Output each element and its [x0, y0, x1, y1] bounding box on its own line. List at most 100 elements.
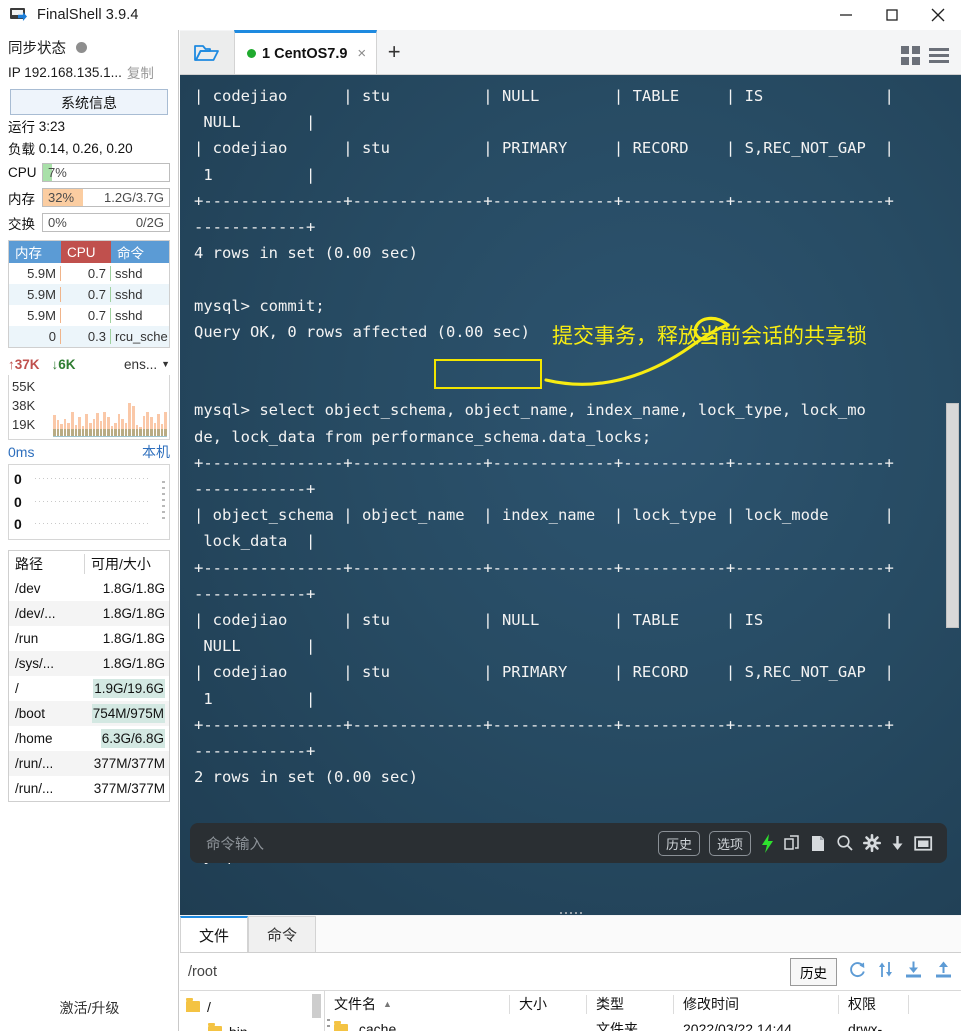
download-icon[interactable]	[890, 834, 905, 853]
close-button[interactable]	[915, 0, 961, 30]
upload-file-icon[interactable]	[934, 960, 953, 984]
terminal-output[interactable]: | codejiao | stu | NULL | TABLE | IS | N…	[180, 75, 961, 915]
options-button[interactable]: 选项	[708, 830, 751, 856]
table-row[interactable]: /run/... 377M/377M	[9, 776, 169, 801]
tree-scrollbar[interactable]	[312, 994, 321, 1018]
network-bar	[85, 414, 88, 436]
network-bar	[114, 422, 117, 436]
column-filename[interactable]: 文件名 ▲	[325, 994, 510, 1014]
table-row[interactable]: /dev/... 1.8G/1.8G	[9, 601, 169, 626]
hamburger-menu-icon[interactable]	[929, 48, 949, 63]
file-name-label: .cache	[355, 1021, 397, 1031]
command-input-bar[interactable]: 命令输入 历史 选项	[190, 823, 947, 863]
window-icon[interactable]	[914, 835, 933, 852]
file-list: 文件名 ▲ 大小 类型 修改时间 权限 .cache 文件夹 2022/03/2…	[325, 991, 961, 1031]
current-path[interactable]: /root	[188, 964, 217, 980]
app-title: FinalShell 3.9.4	[37, 7, 139, 23]
system-info-button[interactable]: 系统信息	[10, 89, 168, 115]
table-row[interactable]: /home 6.3G/6.8G	[9, 726, 169, 751]
memory-meter-label: 内存	[8, 191, 35, 207]
process-col-cmd[interactable]: 命令	[111, 241, 169, 263]
command-input-placeholder[interactable]: 命令输入	[206, 833, 264, 854]
table-row[interactable]: 5.9M 0.7 sshd	[9, 263, 169, 284]
open-folder-icon[interactable]	[180, 31, 234, 74]
column-permissions[interactable]: 权限	[839, 994, 909, 1014]
terminal-scrollbar[interactable]	[946, 403, 959, 628]
upload-arrow-icon[interactable]	[878, 960, 893, 984]
history-button[interactable]: 历史	[657, 830, 700, 856]
network-bar	[63, 418, 67, 436]
network-bar	[121, 418, 124, 436]
table-row[interactable]: / 1.9G/19.6G	[9, 676, 169, 701]
disk-path-cell: /boot	[15, 706, 46, 721]
table-row[interactable]: 5.9M 0.7 sshd	[9, 284, 169, 305]
column-size[interactable]: 大小	[510, 994, 587, 1014]
tab-files[interactable]: 文件	[180, 916, 249, 952]
network-bar	[53, 415, 56, 436]
process-cpu: 0.7	[61, 266, 111, 281]
file-name-cell: .cache	[325, 1021, 510, 1031]
directory-tree[interactable]: / bin boot	[180, 991, 330, 1031]
tab-commands[interactable]: 命令	[248, 916, 317, 952]
table-row[interactable]: /dev 1.8G/1.8G	[9, 576, 169, 601]
table-row[interactable]: 0 0.3 rcu_sche	[9, 326, 169, 347]
disk-col-size[interactable]: 可用/大小	[85, 554, 169, 574]
file-perm-cell: drwx-	[848, 1021, 883, 1031]
tree-item-root[interactable]: /	[180, 994, 324, 1019]
network-interface-selector[interactable]: ens... ▼	[124, 357, 170, 372]
paste-icon[interactable]	[810, 834, 827, 853]
list-item[interactable]: .cache 文件夹 2022/03/22 14:44 drwx-	[325, 1017, 961, 1031]
activate-upgrade-link[interactable]: 激活/升级	[0, 998, 179, 1018]
folder-icon	[186, 998, 200, 1012]
disk-size-cell: 1.8G/1.8G	[102, 606, 165, 621]
latency-y-label: 0	[14, 516, 22, 532]
table-row[interactable]: /run 1.8G/1.8G	[9, 626, 169, 651]
bottom-panel: 文件 命令 /root 历史 / 文件名 ▲ 大小 类型 修改时间 权限 .ca…	[180, 916, 961, 1031]
gear-icon[interactable]	[863, 834, 881, 852]
network-bar	[60, 423, 63, 436]
tab-centos79[interactable]: 1 CentOS7.9 ×	[234, 30, 378, 74]
table-row[interactable]: /run/... 377M/377M	[9, 751, 169, 776]
tree-item-bin[interactable]: bin	[180, 1019, 324, 1031]
network-y-label: 19K	[12, 417, 36, 432]
memory-meter-pct: 32%	[48, 190, 75, 205]
network-bar	[106, 416, 110, 436]
process-mem: 5.9M	[9, 308, 61, 323]
latency-host-label: 本机	[142, 444, 170, 460]
column-type[interactable]: 类型	[587, 994, 674, 1014]
copy-ip-button[interactable]: 复制	[127, 62, 154, 82]
copy-icon[interactable]	[784, 834, 801, 853]
annotation-text: 提交事务，释放当前会话的共享锁	[552, 324, 867, 348]
minimize-button[interactable]	[823, 0, 869, 30]
latency-value: 0ms	[8, 444, 35, 460]
path-history-button[interactable]: 历史	[790, 957, 837, 986]
table-row[interactable]: 5.9M 0.7 sshd	[9, 305, 169, 326]
refresh-icon[interactable]	[848, 960, 867, 984]
process-col-mem[interactable]: 内存	[9, 241, 61, 263]
close-icon[interactable]: ×	[357, 45, 366, 62]
network-chart-bars	[53, 378, 167, 436]
process-cpu: 0.3	[61, 329, 111, 344]
process-col-cpu[interactable]: CPU	[61, 241, 111, 263]
latency-y-label: 0	[14, 471, 22, 487]
download-file-icon[interactable]	[904, 960, 923, 984]
maximize-button[interactable]	[869, 0, 915, 30]
connection-status-icon	[247, 49, 256, 58]
uptime-row: 运行 3:23	[0, 115, 178, 137]
grid-view-icon[interactable]	[901, 46, 920, 65]
process-cmd: sshd	[115, 308, 143, 323]
network-bar	[56, 419, 60, 436]
table-row[interactable]: /sys/... 1.8G/1.8G	[9, 651, 169, 676]
new-tab-button[interactable]: +	[377, 30, 411, 74]
table-row[interactable]: /boot 754M/975M	[9, 701, 169, 726]
tree-splitter[interactable]	[327, 1019, 330, 1031]
disk-size-cell: 1.8G/1.8G	[102, 581, 165, 596]
lightning-icon[interactable]	[760, 833, 775, 853]
search-icon[interactable]	[836, 834, 854, 852]
column-modified[interactable]: 修改时间	[674, 994, 839, 1014]
network-bar	[124, 423, 128, 436]
disk-size-cell: 1.8G/1.8G	[102, 656, 165, 671]
load-row: 负载 0.14, 0.26, 0.20	[0, 137, 178, 159]
disk-col-path[interactable]: 路径	[9, 553, 85, 574]
network-bar	[88, 423, 92, 436]
